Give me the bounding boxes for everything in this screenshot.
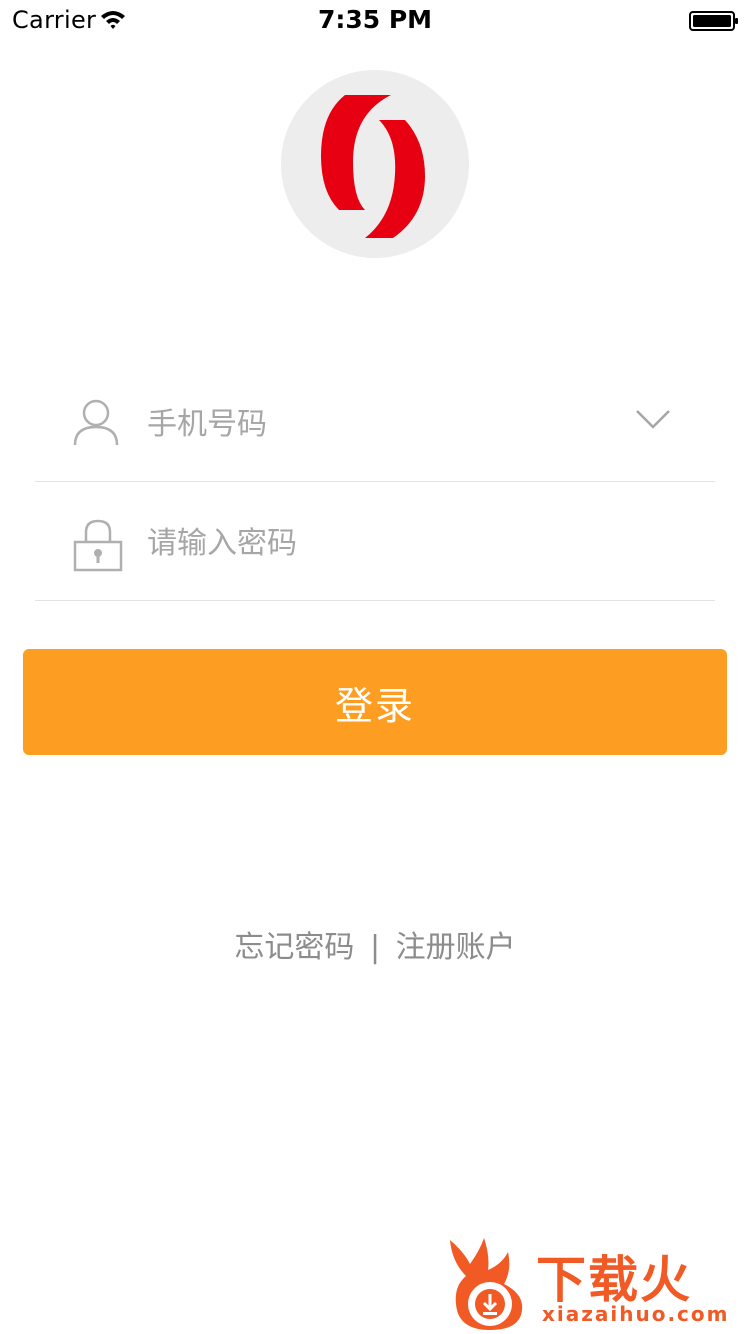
forgot-password-link[interactable]: 忘记密码 <box>234 922 354 966</box>
battery-icon <box>689 11 738 31</box>
flame-logo-icon <box>450 1238 523 1330</box>
chevron-down-icon[interactable] <box>635 408 671 430</box>
phone-input[interactable] <box>147 400 617 448</box>
password-field-row <box>35 481 715 601</box>
app-logo <box>281 70 469 258</box>
status-time: 7:35 PM <box>317 5 433 34</box>
phone-field-row <box>35 362 715 482</box>
register-link[interactable]: 注册账户 <box>396 922 516 966</box>
password-input[interactable] <box>147 519 617 567</box>
status-bar: Carrier 7:35 PM <box>0 0 750 40</box>
login-button[interactable]: 登录 <box>23 649 727 755</box>
lock-icon <box>73 519 123 572</box>
login-screen: Carrier 7:35 PM 手机号码 登录 忘记密码 | 注册账户 下载火 … <box>0 0 750 1334</box>
logo-mark-icon <box>321 95 425 238</box>
watermark-url: xiazaihuo.com <box>542 1302 730 1326</box>
account-links: 忘记密码 | 注册账户 <box>0 922 750 966</box>
watermark: 下载火 xiazaihuo.com <box>444 1236 750 1334</box>
link-separator: | <box>369 930 381 965</box>
user-icon <box>73 399 119 446</box>
